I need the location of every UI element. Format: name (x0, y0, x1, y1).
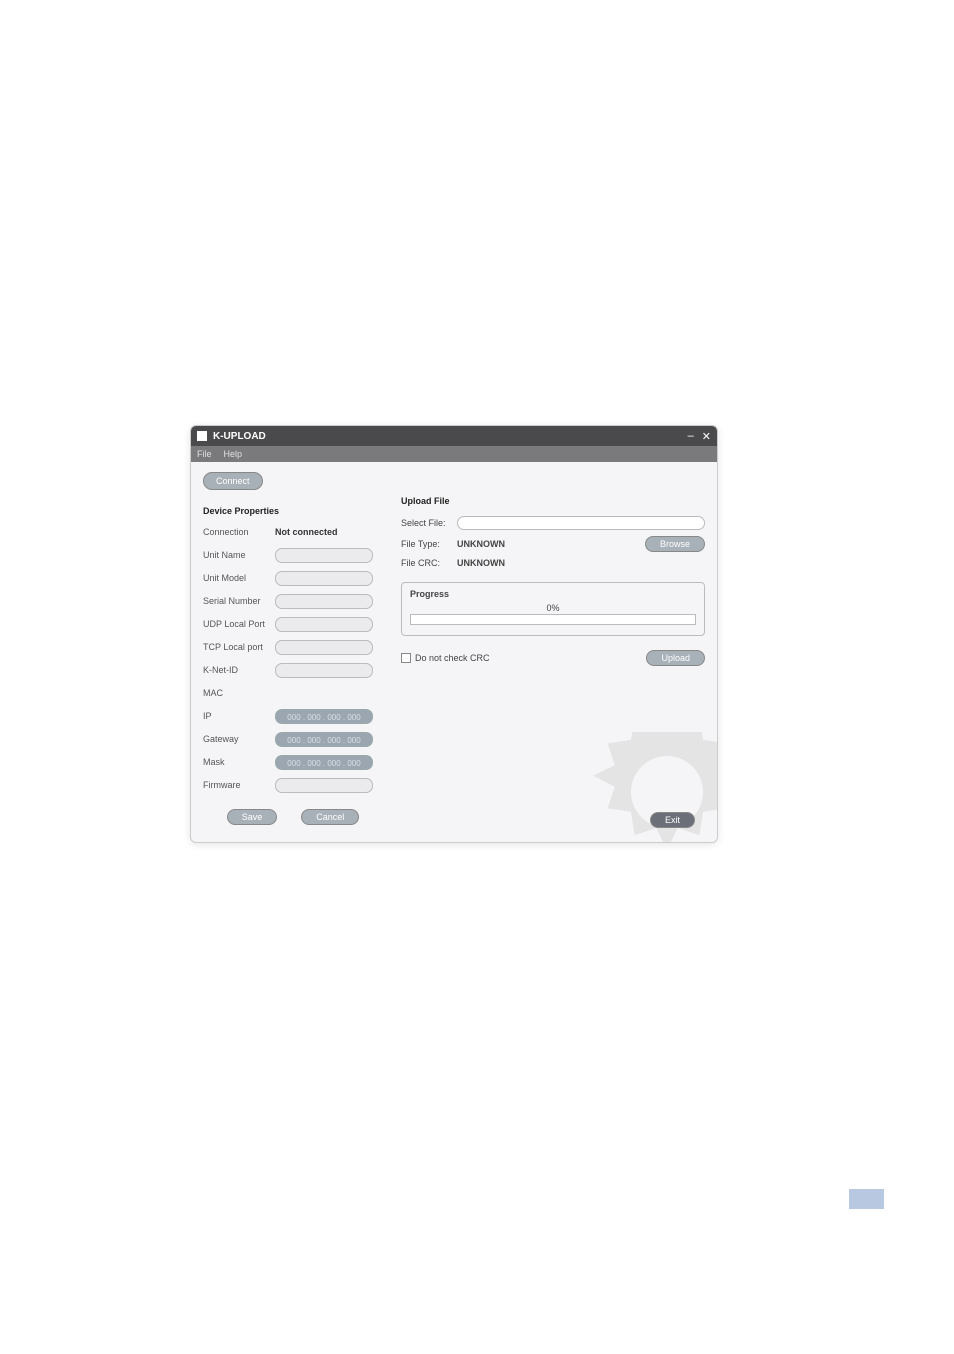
ip-input[interactable]: 000 . 000 . 000 . 000 (275, 709, 373, 724)
gateway-label: Gateway (203, 734, 275, 744)
app-window: K-UPLOAD – ✕ File Help Connect Device Pr… (190, 425, 718, 843)
device-properties-panel: Connect Device Properties Connection Not… (203, 472, 383, 828)
menu-help[interactable]: Help (224, 449, 243, 459)
file-type-label: File Type: (401, 539, 457, 549)
knet-id-input[interactable] (275, 663, 373, 678)
connection-value: Not connected (275, 527, 338, 537)
menubar: File Help (191, 446, 717, 462)
progress-percent: 0% (410, 603, 696, 613)
upload-button[interactable]: Upload (646, 650, 705, 666)
app-icon (197, 431, 207, 441)
titlebar: K-UPLOAD – ✕ (191, 426, 717, 446)
mac-label: MAC (203, 688, 275, 698)
file-crc-label: File CRC: (401, 558, 457, 568)
menu-file[interactable]: File (197, 449, 212, 459)
gateway-input[interactable]: 000 . 000 . 000 . 000 (275, 732, 373, 747)
select-file-input[interactable] (457, 516, 705, 530)
tcp-port-label: TCP Local port (203, 642, 275, 652)
connection-label: Connection (203, 527, 275, 537)
device-properties-heading: Device Properties (203, 506, 383, 516)
serial-input[interactable] (275, 594, 373, 609)
close-icon[interactable]: ✕ (702, 430, 711, 443)
connect-button[interactable]: Connect (203, 472, 263, 490)
window-title: K-UPLOAD (213, 431, 688, 442)
unit-name-label: Unit Name (203, 550, 275, 560)
unit-model-input[interactable] (275, 571, 373, 586)
mask-input[interactable]: 000 . 000 . 000 . 000 (275, 755, 373, 770)
unit-model-label: Unit Model (203, 573, 275, 583)
progress-bar (410, 614, 696, 625)
file-type-value: UNKNOWN (457, 539, 505, 549)
firmware-input[interactable] (275, 778, 373, 793)
udp-port-label: UDP Local Port (203, 619, 275, 629)
tcp-port-input[interactable] (275, 640, 373, 655)
exit-button[interactable]: Exit (650, 812, 695, 828)
minimize-icon[interactable]: – (688, 430, 694, 443)
knet-id-label: K-Net-ID (203, 665, 275, 675)
progress-box: Progress 0% (401, 582, 705, 636)
cancel-button[interactable]: Cancel (301, 809, 359, 825)
upload-file-heading: Upload File (401, 496, 705, 506)
file-crc-value: UNKNOWN (457, 558, 505, 568)
page-number-box (849, 1189, 884, 1209)
unit-name-input[interactable] (275, 548, 373, 563)
udp-port-input[interactable] (275, 617, 373, 632)
select-file-label: Select File: (401, 518, 457, 528)
ip-label: IP (203, 711, 275, 721)
serial-label: Serial Number (203, 596, 275, 606)
gear-background-icon (577, 732, 717, 842)
no-crc-checkbox[interactable] (401, 653, 411, 663)
no-crc-label: Do not check CRC (415, 653, 490, 663)
mask-label: Mask (203, 757, 275, 767)
save-button[interactable]: Save (227, 809, 278, 825)
browse-button[interactable]: Browse (645, 536, 705, 552)
progress-label: Progress (410, 589, 696, 599)
firmware-label: Firmware (203, 780, 275, 790)
